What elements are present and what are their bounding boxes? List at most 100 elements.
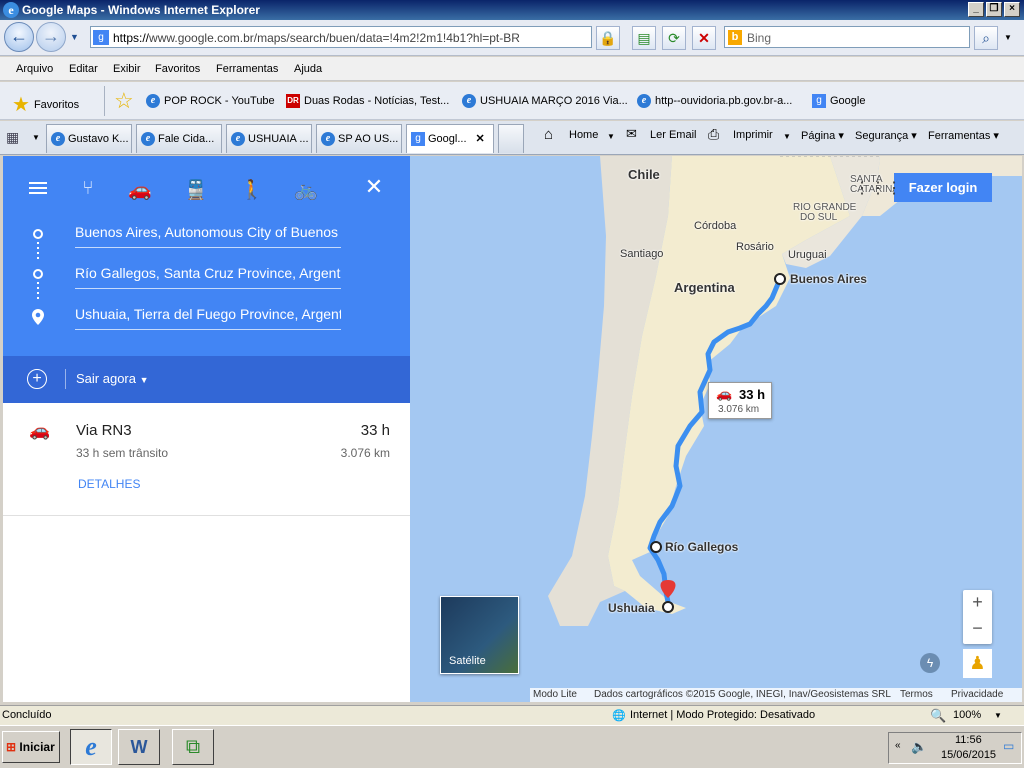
walk-mode-icon[interactable]: 🚶 <box>239 178 265 202</box>
refresh-button[interactable]: ⟳ <box>662 26 686 50</box>
stop-marker[interactable] <box>650 541 662 553</box>
read-email-button[interactable]: Ler Email <box>650 129 696 141</box>
terms-link[interactable]: Termos <box>900 689 933 700</box>
windows-logo-icon: ⊞ <box>6 740 17 754</box>
quick-tabs-icon[interactable]: ▦ <box>6 129 19 146</box>
menu-favoritos[interactable]: Favoritos <box>155 63 200 75</box>
lock-icon[interactable]: 🔒 <box>596 26 620 50</box>
menu-icon[interactable] <box>29 182 47 184</box>
security-menu-label: Segurança <box>855 130 909 142</box>
depart-time-selector[interactable]: Sair agora ▼ <box>76 371 149 386</box>
destination-pin-icon[interactable] <box>660 580 676 598</box>
search-button[interactable]: ⌕ <box>974 26 998 50</box>
tab-label: Googl... <box>428 133 467 145</box>
favorites-button[interactable]: ★ Favoritos <box>12 92 79 117</box>
search-options-dropdown[interactable]: ▼ <box>1004 33 1012 42</box>
search-input[interactable]: b Bing <box>724 26 970 48</box>
fav-google[interactable]: g Google <box>812 94 865 108</box>
fav-label: POP ROCK - YouTube <box>164 95 275 107</box>
fav-duas-rodas[interactable]: DR Duas Rodas - Notícias, Test... <box>286 94 449 108</box>
menu-ajuda[interactable]: Ajuda <box>294 63 322 75</box>
fav-ouvidoria[interactable]: e http--ouvidoria.pb.gov.br-a... <box>637 94 792 108</box>
tab-label: SP AO US... <box>338 133 399 145</box>
maximize-button[interactable]: ❐ <box>986 2 1002 17</box>
add-destination-icon[interactable]: + <box>27 369 47 389</box>
zoom-level[interactable]: 100% <box>953 709 981 721</box>
app-taskbar-button[interactable]: ⧉ <box>172 729 214 765</box>
back-button[interactable]: ← <box>4 22 34 52</box>
stop-button[interactable]: ✕ <box>692 26 716 50</box>
tab-label: Gustavo K... <box>68 133 129 145</box>
transit-mode-icon[interactable]: 🚆 <box>183 178 209 202</box>
tab-sp-ao-us[interactable]: e SP AO US... <box>316 124 402 153</box>
ie-taskbar-button[interactable]: e <box>70 729 112 765</box>
minimize-button[interactable]: _ <box>968 2 984 17</box>
car-mode-icon[interactable]: 🚗 <box>127 178 153 202</box>
origin-field[interactable]: Buenos Aires, Autonomous City of Buenos … <box>75 224 341 248</box>
home-button[interactable]: Home <box>569 129 598 141</box>
divider <box>104 86 105 116</box>
map-label-rosario: Rosário <box>736 241 774 253</box>
menu-editar[interactable]: Editar <box>69 63 98 75</box>
print-button[interactable]: Imprimir <box>733 129 773 141</box>
details-link[interactable]: DETALHES <box>78 477 140 491</box>
window-title: Google Maps - Windows Internet Explorer <box>22 3 260 17</box>
show-desktop-icon[interactable]: ▭ <box>1003 739 1014 753</box>
pegman-icon[interactable]: ♟ <box>963 649 992 678</box>
address-bar: ← → ▼ g https://www.google.com.br/maps/s… <box>0 20 1024 56</box>
close-window-button[interactable]: × <box>1004 2 1020 17</box>
close-directions-icon[interactable]: ✕ <box>361 174 387 200</box>
page-menu[interactable]: Página ▾ <box>801 129 844 142</box>
word-taskbar-button[interactable]: W <box>118 729 160 765</box>
compatibility-view-icon[interactable]: ▤ <box>632 26 656 50</box>
menu-ferramentas[interactable]: Ferramentas <box>216 63 278 75</box>
tab-gustavo[interactable]: e Gustavo K... <box>46 124 132 153</box>
tab-label: Fale Cida... <box>158 133 215 145</box>
bike-mode-icon[interactable]: 🚲 <box>293 178 319 202</box>
stop-field[interactable]: Río Gallegos, Santa Cruz Province, Argen… <box>75 265 341 289</box>
destination-field[interactable]: Ushuaia, Tierra del Fuego Province, Arge… <box>75 306 341 330</box>
security-zone[interactable]: Internet | Modo Protegido: Desativado <box>630 709 815 721</box>
menu-arquivo[interactable]: Arquivo <box>16 63 53 75</box>
volume-icon[interactable]: 🔈 <box>911 739 927 755</box>
callout-distance: 3.076 km <box>718 404 760 415</box>
forward-button[interactable]: → <box>36 22 66 52</box>
best-route-icon[interactable]: ⑂ <box>75 178 101 200</box>
sign-in-button[interactable]: Fazer login <box>894 173 992 202</box>
new-tab-button[interactable] <box>498 124 524 153</box>
tab-fale-cida[interactable]: e Fale Cida... <box>136 124 222 153</box>
zoom-dropdown[interactable]: ▼ <box>994 711 1002 720</box>
map-canvas[interactable]: Chile Argentina Uruguai RIO GRANDE DO SU… <box>410 156 1022 702</box>
print-dropdown[interactable]: ▼ <box>783 132 791 141</box>
security-menu[interactable]: Segurança ▾ <box>855 129 917 142</box>
home-dropdown[interactable]: ▼ <box>607 132 615 141</box>
zoom-in-button[interactable]: + <box>963 592 992 613</box>
privacy-link[interactable]: Privacidade <box>951 689 1003 700</box>
lite-mode-link[interactable]: Modo Lite <box>533 689 577 700</box>
menu-exibir[interactable]: Exibir <box>113 63 141 75</box>
lightning-icon[interactable]: ϟ <box>920 653 940 673</box>
destination-marker[interactable] <box>662 601 674 613</box>
url-field[interactable]: g https://www.google.com.br/maps/search/… <box>90 26 679 48</box>
tab-list-dropdown[interactable]: ▼ <box>32 133 40 142</box>
origin-marker[interactable] <box>774 273 786 285</box>
map-label-uruguai: Uruguai <box>788 249 827 261</box>
fav-label: http--ouvidoria.pb.gov.br-a... <box>655 95 793 107</box>
route-dots <box>37 242 39 262</box>
zoom-out-button[interactable]: − <box>963 618 992 639</box>
tab-google-maps[interactable]: g Googl... ✕ <box>406 124 494 153</box>
route-callout[interactable]: 🚗 33 h 3.076 km <box>708 382 772 419</box>
fav-ushuaia[interactable]: e USHUAIA MARÇO 2016 Via... <box>462 94 628 108</box>
fav-pop-rock[interactable]: e POP ROCK - YouTube <box>146 94 275 108</box>
map-label-chile: Chile <box>628 167 660 182</box>
tray-expand-icon[interactable]: « <box>895 740 901 751</box>
apps-grid-icon[interactable]: ⋮⋮⋮ <box>854 178 902 198</box>
start-button[interactable]: ⊞ Iniciar <box>2 731 60 763</box>
route-option[interactable]: 🚗 Via RN3 33 h 33 h sem trânsito 3.076 k… <box>3 403 410 516</box>
recent-pages-dropdown[interactable]: ▼ <box>70 32 79 42</box>
close-tab-icon[interactable]: ✕ <box>476 125 485 153</box>
tab-ushuaia[interactable]: e USHUAIA ... <box>226 124 312 153</box>
add-favorite-icon[interactable]: ☆ <box>114 88 134 114</box>
tools-menu[interactable]: Ferramentas ▾ <box>928 129 999 142</box>
satellite-toggle[interactable]: Satélite <box>440 596 519 674</box>
